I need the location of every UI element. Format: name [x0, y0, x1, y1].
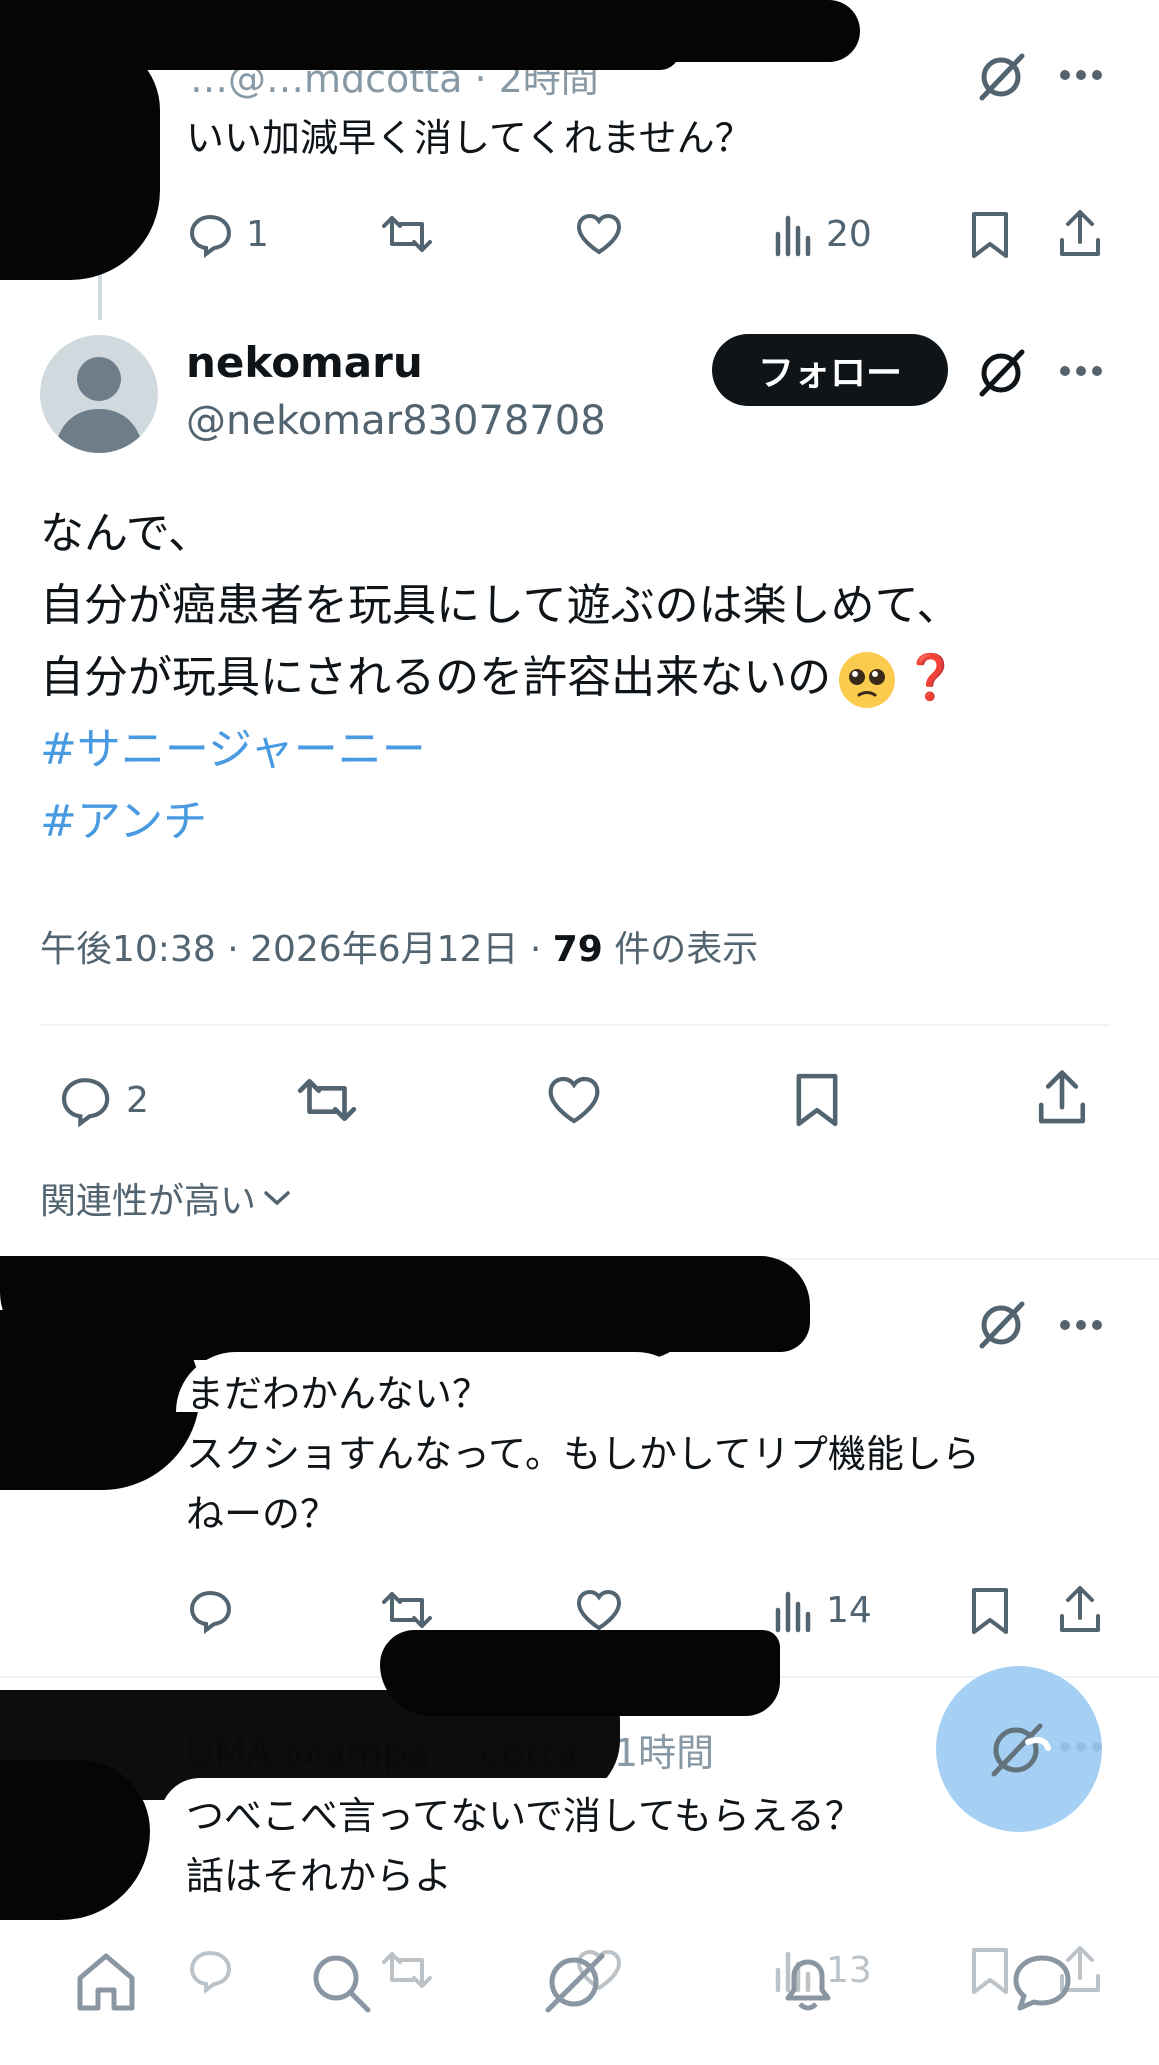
redaction-mark [0, 40, 160, 280]
reply-2-reply-button[interactable] [186, 1586, 234, 1634]
reply-3-line-2: 話はそれからよ [186, 1854, 453, 1898]
reply-2-line-3: ねーの？ [186, 1492, 339, 1536]
compose-button[interactable] [936, 1666, 1102, 1832]
reply-count: 2 [126, 1079, 149, 1121]
main-reply-button[interactable]: 2 [56, 1072, 149, 1128]
more-icon[interactable] [1058, 68, 1104, 82]
view-count: 79 [552, 929, 603, 970]
tweet-line-1: なんで、 [40, 508, 213, 559]
views-icon [774, 210, 814, 258]
tweet-meta: 午後10:38 · 2026年6月12日 · 79 件の表示 [40, 920, 758, 972]
grok-icon[interactable] [974, 1298, 1028, 1352]
retweet-icon [380, 210, 434, 258]
grok-tab-icon[interactable] [540, 1948, 608, 2016]
reply-count: 1 [246, 213, 269, 255]
notifications-icon[interactable] [774, 1948, 842, 2016]
views-count: 20 [826, 213, 872, 255]
reply-top-share-icon[interactable] [1056, 208, 1104, 260]
follow-button[interactable]: フォロー [712, 334, 948, 406]
reply-2-share-icon[interactable] [1056, 1584, 1104, 1636]
reply-2-bookmark-icon[interactable] [968, 1586, 1012, 1636]
pleading-face-emoji [837, 650, 897, 710]
compose-icon [984, 1714, 1054, 1784]
tweet-time[interactable]: 午後10:38 · 2026年6月12日 · [40, 929, 553, 970]
messages-icon[interactable] [1008, 1948, 1076, 2016]
reply-top-views[interactable]: 20 [774, 210, 872, 258]
sort-label: 関連性が高い [40, 1181, 257, 1222]
like-icon [574, 210, 624, 258]
search-icon[interactable] [306, 1948, 374, 2016]
more-icon[interactable] [1058, 364, 1104, 378]
tweet-line-3-text: 自分が玩具にされるのを許容出来ないの [40, 652, 832, 703]
main-share-button[interactable] [1034, 1068, 1090, 1128]
home-icon[interactable] [72, 1948, 140, 2016]
views-icon [774, 1586, 814, 1634]
reply-3-line-1: つべこべ言ってないで消してもらえる？ [186, 1794, 863, 1838]
tweet-line-2: 自分が癌患者を玩具にして遊ぶのは楽しめて、 [40, 580, 961, 631]
redaction-mark [0, 1760, 150, 1920]
grok-icon[interactable] [974, 50, 1028, 104]
main-bookmark-button[interactable] [792, 1070, 842, 1130]
hashtag-2[interactable]: #アンチ [40, 786, 207, 858]
sort-dropdown[interactable]: 関連性が高い [40, 1172, 292, 1224]
more-icon[interactable] [1058, 1318, 1104, 1332]
reply-top-reply-button[interactable]: 1 [186, 210, 269, 258]
tweet-line-3: 自分が玩具にされるのを許容出来ないの ❓ [40, 642, 958, 714]
reply-top-text: いい加減早く消してくれません？ [186, 116, 753, 160]
hashtag-1[interactable]: #サニージャーニー [40, 714, 426, 786]
reply-2-retweet-button[interactable] [380, 1586, 434, 1634]
reply-2-like-button[interactable] [574, 1586, 624, 1634]
main-like-button[interactable] [544, 1072, 604, 1128]
reply-2-line-1: まだわかんない？ [186, 1372, 491, 1416]
reply-icon [56, 1072, 114, 1128]
redaction-mark [140, 1300, 700, 1360]
reply-top-bookmark-icon[interactable] [968, 210, 1012, 260]
views-count: 14 [826, 1589, 872, 1631]
reply-top-retweet-button[interactable] [380, 210, 434, 258]
reply-icon [186, 210, 234, 258]
divider [40, 1024, 1110, 1026]
redaction-mark [120, 30, 680, 70]
avatar-placeholder [54, 357, 144, 453]
main-retweet-button[interactable] [294, 1072, 360, 1128]
reply-top-like-button[interactable] [574, 210, 624, 258]
display-name[interactable]: nekomaru [186, 338, 423, 387]
avatar[interactable] [40, 335, 158, 453]
chevron-down-icon [262, 1188, 292, 1208]
handle[interactable]: @nekomar83078708 [186, 398, 606, 444]
grok-icon[interactable] [974, 346, 1028, 400]
reply-2-views[interactable]: 14 [774, 1586, 872, 1634]
view-label: 件の表示 [602, 929, 759, 970]
question-emoji: ❓ [903, 652, 958, 703]
reply-2-line-2: スクショすんなって。もしかしてリプ機能しら [186, 1432, 980, 1476]
